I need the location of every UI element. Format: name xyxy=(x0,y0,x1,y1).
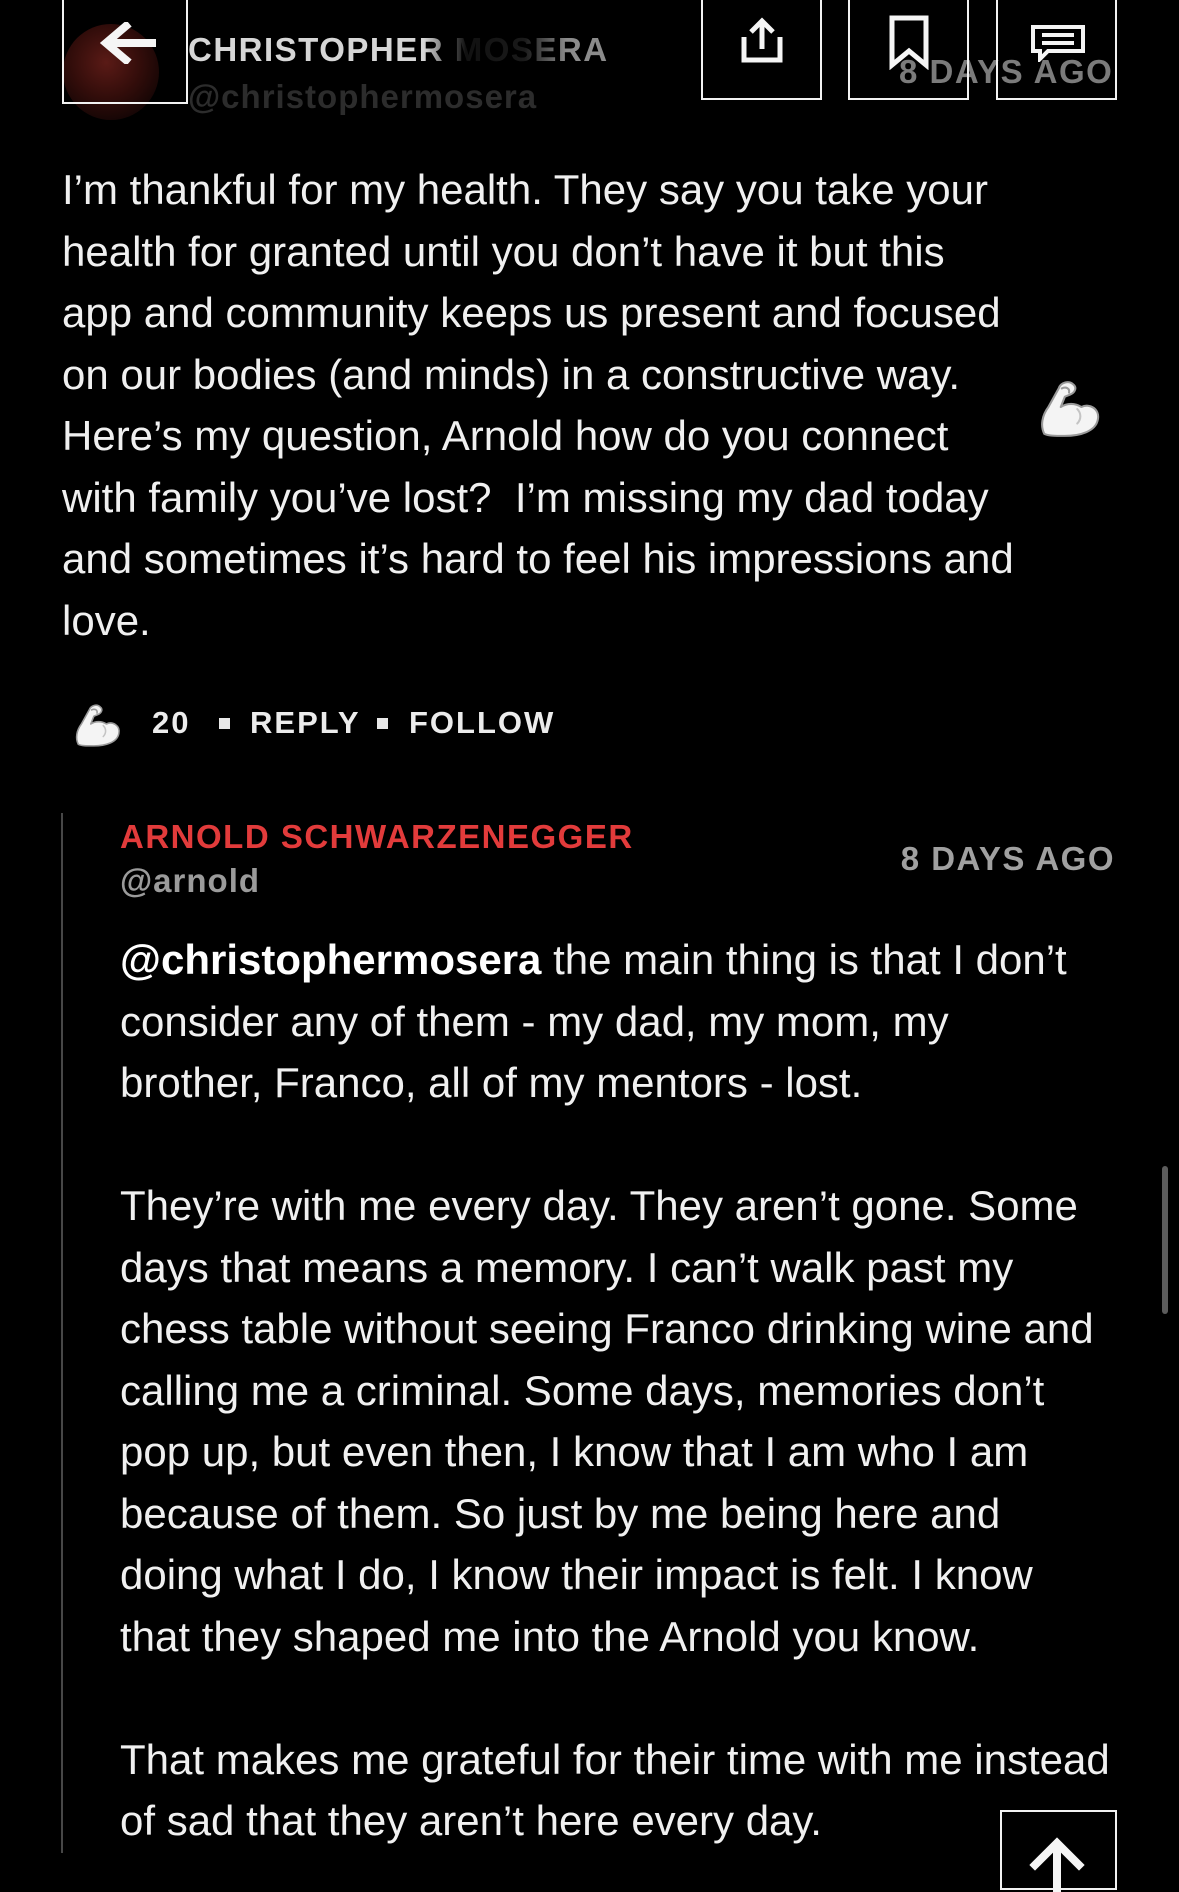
scroll-to-top-button[interactable] xyxy=(1000,1810,1117,1892)
post-text-line: and sometimes it’s hard to feel his impr… xyxy=(62,535,1014,582)
post-text-line: health for granted until you don’t have … xyxy=(62,227,945,275)
reply-text-line: @christophermosera the main thing is tha… xyxy=(120,929,1110,991)
post-text-line: on our bodies (and minds) in a construct… xyxy=(62,350,960,398)
reply-text-line: They’re with me every day. They aren’t g… xyxy=(120,1182,1078,1229)
back-button[interactable] xyxy=(62,0,188,104)
reply-text-line: that they shaped me into the Arnold you … xyxy=(120,1612,980,1660)
share-button[interactable] xyxy=(701,0,822,100)
reply-timestamp: 8 DAYS AGO xyxy=(900,840,1115,877)
separator-dot xyxy=(377,718,388,729)
comment-icon xyxy=(1031,25,1085,62)
post-author-handle: @christophermosera xyxy=(188,78,538,115)
reaction-count: 20 xyxy=(152,705,191,740)
reply-text-segment: the main thing is that I don’t xyxy=(541,936,1067,983)
scrollbar-thumb[interactable] xyxy=(1162,1166,1168,1314)
arrow-left-icon xyxy=(100,22,156,64)
post-text-line: app and community keeps us present and f… xyxy=(62,289,1001,336)
post-author-name[interactable]: CHRISTOPHER MOSERA xyxy=(188,31,609,69)
reply-text: @christophermosera the main thing is tha… xyxy=(120,929,1110,1852)
comment-button[interactable] xyxy=(996,0,1117,100)
bookmark-button[interactable] xyxy=(848,0,969,100)
separator-dot xyxy=(219,718,230,729)
reply-text-line: calling me a criminal. Some days, memori… xyxy=(120,1366,1045,1414)
flexed-biceps-icon xyxy=(1041,381,1100,437)
post-text-line: I’m thankful for my health. They say you… xyxy=(62,166,988,213)
flexed-biceps-icon[interactable] xyxy=(72,698,122,750)
follow-button[interactable]: FOLLOW xyxy=(409,705,555,741)
reply-button[interactable]: REPLY xyxy=(250,705,361,741)
mention-link[interactable]: @christophermosera xyxy=(120,936,541,983)
reply-text-line: pop up, but even then, I know that I am … xyxy=(120,1428,1029,1475)
reply-text-line xyxy=(120,1114,1110,1176)
reply-text-line: That makes me grateful for their time wi… xyxy=(120,1735,1110,1783)
reply-text-line: of sad that they aren’t here every day. xyxy=(120,1797,822,1844)
reply-text-line: brother, Franco, all of my mentors - los… xyxy=(120,1059,863,1106)
reply-thread-line xyxy=(61,813,63,1853)
reply-text-line: chess table without seeing Franco drinki… xyxy=(120,1305,1094,1352)
reply-text-line: because of them. So just by me being her… xyxy=(120,1489,1001,1537)
reply-text-line: consider any of them - my dad, my mom, m… xyxy=(120,997,949,1045)
arrow-up-icon xyxy=(1029,1837,1085,1892)
reply-text-line: doing what I do, I know their impact is … xyxy=(120,1551,1033,1598)
post-text-line: love. xyxy=(62,596,151,644)
share-icon xyxy=(741,17,783,63)
post-text: I’m thankful for my health. They say you… xyxy=(62,159,1014,651)
bookmark-icon xyxy=(889,15,929,70)
post-text-line: with family you’ve lost? I’m missing my … xyxy=(62,473,989,521)
reply-author-name[interactable]: ARNOLD SCHWARZENEGGER xyxy=(120,818,634,856)
reply-text-line: days that means a memory. I can’t walk p… xyxy=(120,1243,1014,1291)
reply-author-handle: @arnold xyxy=(120,862,261,899)
reply-text-line xyxy=(120,1667,1110,1729)
post-text-line: Here’s my question, Arnold how do you co… xyxy=(62,412,949,459)
